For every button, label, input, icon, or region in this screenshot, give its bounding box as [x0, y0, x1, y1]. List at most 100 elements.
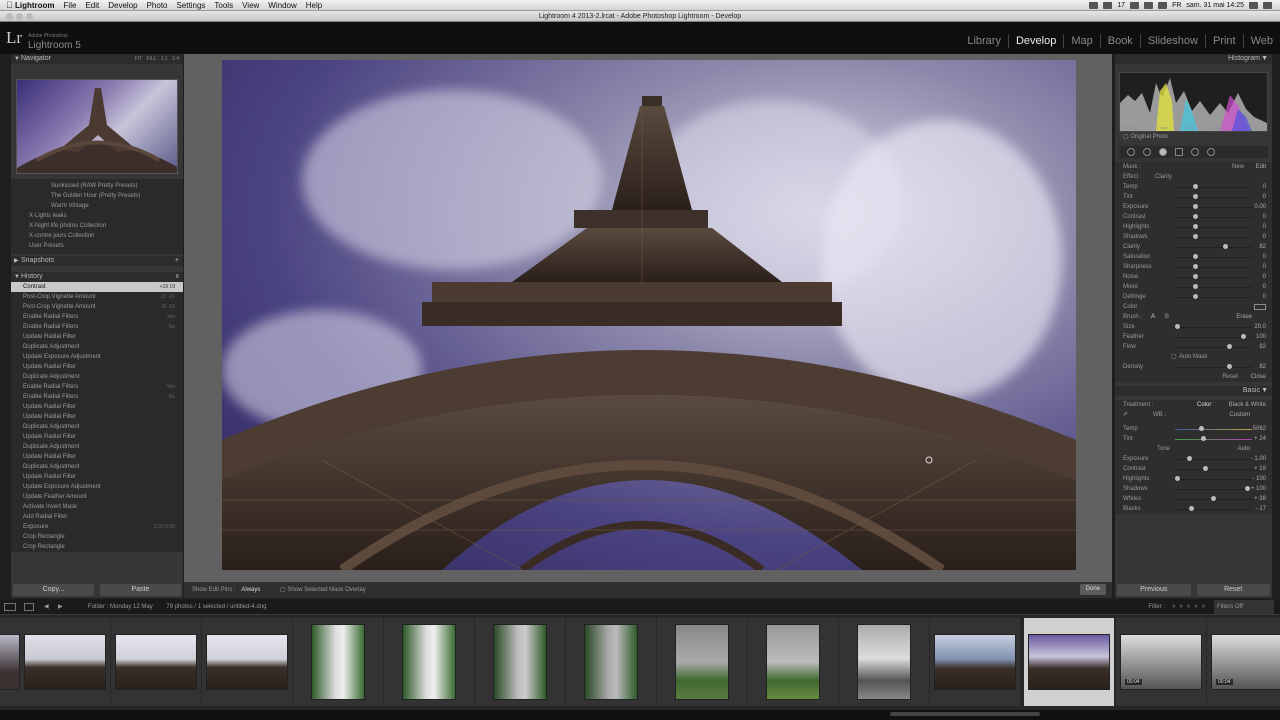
- tone-slider[interactable]: Blacks - 17: [1115, 504, 1272, 514]
- slider-knob[interactable]: [1193, 284, 1198, 289]
- history-item[interactable]: Exposure 0.33 0.60: [11, 522, 183, 532]
- filmstrip-cell[interactable]: [293, 618, 383, 706]
- graduated-filter-icon[interactable]: [1175, 148, 1183, 156]
- close-window-icon[interactable]: [6, 13, 13, 20]
- color-row[interactable]: Color: [1115, 302, 1272, 312]
- mask-overlay-label[interactable]: Show Selected Mask Overlay: [287, 587, 365, 593]
- local-reset-button[interactable]: Reset: [1222, 372, 1238, 382]
- brush-erase-tab[interactable]: Erase: [1236, 312, 1252, 322]
- filmstrip-cell[interactable]: [657, 618, 747, 706]
- wb-select[interactable]: Custom: [1229, 410, 1250, 420]
- slider-knob[interactable]: [1193, 184, 1198, 189]
- spot-removal-icon[interactable]: [1143, 148, 1151, 156]
- tone-slider[interactable]: Whites + 38: [1115, 494, 1272, 504]
- mask-overlay-checkbox-icon[interactable]: ▢: [280, 587, 286, 593]
- slider-value[interactable]: 0: [1263, 222, 1266, 232]
- crop-tool-icon[interactable]: [1127, 148, 1135, 156]
- filmstrip-cell[interactable]: [475, 618, 565, 706]
- slider-knob[interactable]: [1193, 254, 1198, 259]
- history-item[interactable]: Update Radial Filter: [11, 362, 183, 372]
- slider-value[interactable]: 0: [1263, 282, 1266, 292]
- original-photo-toggle[interactable]: ▢ Original Photo: [1115, 132, 1272, 142]
- menu-file[interactable]: File: [64, 1, 77, 10]
- wb-slider[interactable]: Temp 5062: [1115, 424, 1272, 434]
- filmstrip-cell[interactable]: [384, 618, 474, 706]
- menu-photo[interactable]: Photo: [147, 1, 168, 10]
- navigator-preview[interactable]: [16, 79, 178, 174]
- slider-value[interactable]: + 100: [1251, 484, 1266, 494]
- slider-knob[interactable]: [1241, 334, 1246, 339]
- tone-slider[interactable]: Shadows + 100: [1115, 484, 1272, 494]
- mask-edit-button[interactable]: Edit: [1256, 162, 1266, 172]
- preset-folder[interactable]: User Presets: [11, 241, 183, 251]
- slider-value[interactable]: 5062: [1253, 424, 1266, 434]
- right-panel-scrollbar[interactable]: [1273, 54, 1280, 598]
- slider-knob[interactable]: [1227, 344, 1232, 349]
- menu-tools[interactable]: Tools: [214, 1, 233, 10]
- adjust-slider[interactable]: Highlights 0: [1115, 222, 1272, 232]
- filmstrip-cell[interactable]: 00:04: [1116, 618, 1206, 706]
- previous-button[interactable]: Previous: [1117, 584, 1191, 596]
- filmstrip-scrollbar[interactable]: [890, 712, 1040, 716]
- wb-slider[interactable]: Tint + 24: [1115, 434, 1272, 444]
- effect-select[interactable]: Clarity: [1155, 172, 1172, 182]
- module-library[interactable]: Library: [960, 34, 1008, 48]
- slider-knob[interactable]: [1201, 436, 1206, 441]
- folder-source[interactable]: Folder : Monday 12 May: [88, 604, 153, 610]
- filmstrip-cell-selected[interactable]: [1024, 618, 1114, 706]
- menu-window[interactable]: Window: [268, 1, 296, 10]
- treatment-bw-button[interactable]: Black & White: [1229, 400, 1266, 410]
- filters-off-select[interactable]: Filters Off: [1214, 600, 1274, 614]
- filmstrip-cell[interactable]: [930, 618, 1020, 706]
- history-item[interactable]: Enable Radial Filters Yes: [11, 382, 183, 392]
- slider-knob[interactable]: [1223, 244, 1228, 249]
- clear-history-icon[interactable]: x: [176, 272, 180, 282]
- adjust-slider[interactable]: Clarity 82: [1115, 242, 1272, 252]
- adjust-slider[interactable]: Shadows 0: [1115, 232, 1272, 242]
- history-item[interactable]: Update Feather Amount: [11, 492, 183, 502]
- radial-filter-icon[interactable]: [1191, 148, 1199, 156]
- slider-knob[interactable]: [1211, 496, 1216, 501]
- history-item[interactable]: Update Radial Filter: [11, 452, 183, 462]
- slider-value[interactable]: 0: [1263, 212, 1266, 222]
- navigator-zoom-options[interactable]: FIT FILL 1:1 1:4: [135, 54, 179, 64]
- filmstrip-cell[interactable]: [202, 618, 292, 706]
- brush-slider[interactable]: Density 82: [1115, 362, 1272, 372]
- module-book[interactable]: Book: [1099, 34, 1140, 48]
- module-web[interactable]: Web: [1242, 34, 1280, 48]
- slider-knob[interactable]: [1193, 214, 1198, 219]
- history-item[interactable]: Enable Radial Filters No: [11, 392, 183, 402]
- preset-item[interactable]: The Golden Hour (Pretty Presets): [11, 191, 183, 201]
- history-item[interactable]: Activate Invert Mask: [11, 502, 183, 512]
- snapshots-header[interactable]: ▶ Snapshots +: [11, 256, 183, 266]
- language-indicator[interactable]: FR: [1172, 2, 1181, 9]
- history-item[interactable]: Duplicate Adjustment: [11, 462, 183, 472]
- adjust-slider[interactable]: Exposure 0.00: [1115, 202, 1272, 212]
- filmstrip-cell[interactable]: [566, 618, 656, 706]
- menu-settings[interactable]: Settings: [177, 1, 206, 10]
- history-item[interactable]: Duplicate Adjustment: [11, 372, 183, 382]
- slider-value[interactable]: - 1.00: [1251, 454, 1266, 464]
- preset-item[interactable]: Warm Vintage: [11, 201, 183, 211]
- edit-pins-select[interactable]: Always: [241, 587, 260, 593]
- forward-arrow-icon[interactable]: ▶: [58, 600, 63, 614]
- preset-item[interactable]: Sunkissed (RAW Pretty Presets): [11, 181, 183, 191]
- slider-knob[interactable]: [1193, 264, 1198, 269]
- tone-slider[interactable]: Contrast + 19: [1115, 464, 1272, 474]
- slider-value[interactable]: 82: [1259, 242, 1266, 252]
- mask-new-button[interactable]: New: [1232, 162, 1244, 172]
- filmstrip-cell[interactable]: [748, 618, 838, 706]
- wifi-icon[interactable]: [1130, 2, 1140, 9]
- eyedropper-icon[interactable]: ✐: [1123, 412, 1128, 418]
- slider-value[interactable]: + 24: [1254, 434, 1266, 444]
- filmstrip-cell[interactable]: [839, 618, 929, 706]
- menu-edit[interactable]: Edit: [85, 1, 99, 10]
- brush-a-tab[interactable]: A: [1151, 312, 1155, 322]
- slider-value[interactable]: 0: [1263, 192, 1266, 202]
- slider-knob[interactable]: [1193, 234, 1198, 239]
- slider-knob[interactable]: [1193, 224, 1198, 229]
- apple-icon[interactable]: : [6, 0, 15, 10]
- tone-slider[interactable]: Highlights - 100: [1115, 474, 1272, 484]
- history-item[interactable]: Enable Radial Filters No: [11, 322, 183, 332]
- adjust-slider[interactable]: Contrast 0: [1115, 212, 1272, 222]
